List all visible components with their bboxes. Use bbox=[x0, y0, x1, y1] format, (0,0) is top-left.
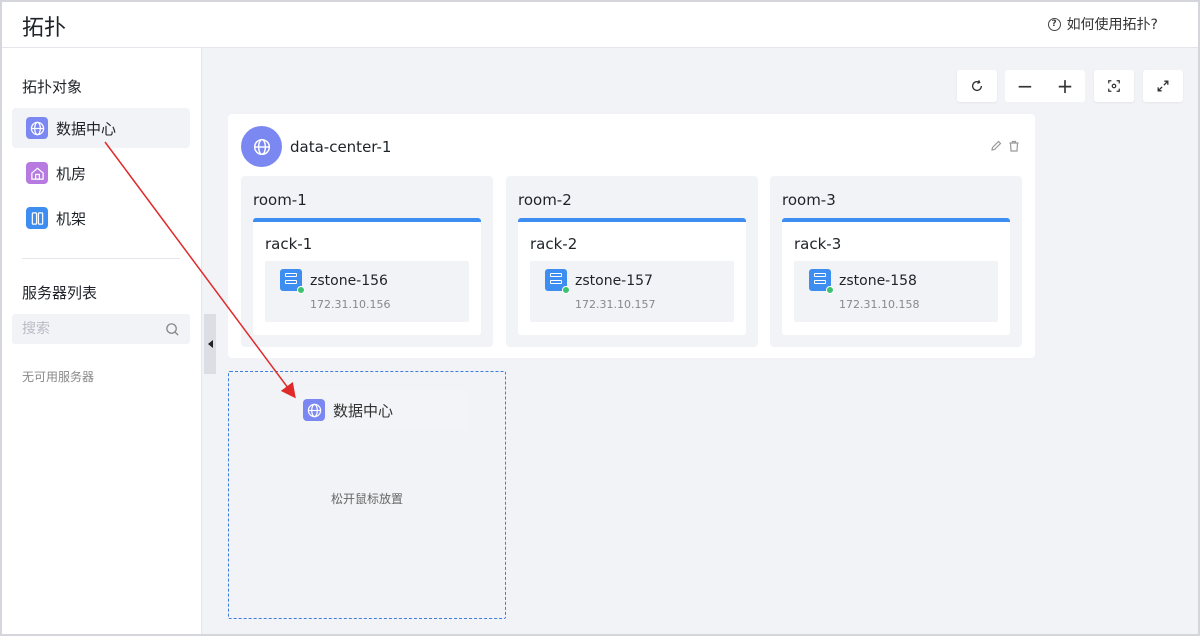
sidebar-item-datacenter[interactable]: 数据中心 bbox=[12, 108, 190, 148]
server-node[interactable]: zstone-157 172.31.10.157 bbox=[530, 261, 734, 322]
focus-icon bbox=[1108, 80, 1120, 92]
help-link[interactable]: ? 如何使用拓扑? bbox=[1047, 14, 1158, 34]
search-icon[interactable] bbox=[165, 322, 180, 337]
status-online-dot bbox=[562, 286, 570, 294]
sidebar: 拓扑对象 数据中心 机房 机架 服务器列表 无可用服务器 bbox=[2, 48, 202, 634]
server-name: zstone-157 bbox=[575, 273, 653, 289]
server-icon bbox=[280, 269, 305, 294]
trash-icon[interactable] bbox=[1008, 140, 1020, 152]
refresh-button[interactable] bbox=[957, 70, 997, 102]
search-input[interactable] bbox=[22, 321, 165, 337]
globe-icon bbox=[26, 117, 48, 139]
zoom-in-button[interactable]: + bbox=[1045, 70, 1085, 102]
drag-ghost-datacenter: 数据中心 bbox=[299, 390, 469, 430]
fullscreen-button[interactable] bbox=[1143, 70, 1183, 102]
globe-icon bbox=[241, 126, 282, 167]
server-name: zstone-158 bbox=[839, 273, 917, 289]
globe-icon bbox=[303, 399, 325, 421]
server-search bbox=[12, 314, 190, 344]
refresh-icon bbox=[972, 80, 983, 92]
room-card: room-2 rack-2 zstone-157 172.31.10.157 bbox=[506, 176, 758, 347]
status-online-dot bbox=[297, 286, 305, 294]
sidebar-item-rack[interactable]: 机架 bbox=[12, 198, 190, 238]
drag-ghost-label: 数据中心 bbox=[333, 401, 394, 420]
room-card: room-3 rack-3 zstone-158 172.31.10.158 bbox=[770, 176, 1022, 347]
rack-name: rack-1 bbox=[265, 235, 313, 253]
status-online-dot bbox=[826, 286, 834, 294]
server-icon bbox=[809, 269, 834, 294]
top-header: 拓扑 ? 如何使用拓扑? bbox=[2, 2, 1198, 48]
drop-zone[interactable]: 数据中心 松开鼠标放置 bbox=[228, 371, 506, 619]
minus-icon: − bbox=[1016, 74, 1034, 98]
room-name: room-2 bbox=[518, 191, 572, 209]
house-icon bbox=[26, 162, 48, 184]
expand-icon bbox=[1157, 80, 1169, 92]
datacenter-name: data-center-1 bbox=[290, 138, 392, 156]
server-name: zstone-156 bbox=[310, 273, 388, 289]
sidebar-item-label: 机房 bbox=[56, 164, 87, 183]
page-title: 拓扑 bbox=[22, 16, 67, 41]
fit-view-button[interactable] bbox=[1094, 70, 1134, 102]
rack-name: rack-3 bbox=[794, 235, 842, 253]
room-name: room-3 bbox=[782, 191, 836, 209]
drop-hint: 松开鼠标放置 bbox=[330, 492, 403, 506]
server-icon bbox=[545, 269, 570, 294]
room-name: room-1 bbox=[253, 191, 307, 209]
empty-servers-text: 无可用服务器 bbox=[22, 370, 95, 384]
rack-name: rack-2 bbox=[530, 235, 578, 253]
rack-icon bbox=[26, 207, 48, 229]
pencil-icon[interactable] bbox=[990, 140, 1002, 152]
sidebar-item-room[interactable]: 机房 bbox=[12, 153, 190, 193]
server-node[interactable]: zstone-158 172.31.10.158 bbox=[794, 261, 998, 322]
caret-left-icon bbox=[207, 340, 213, 348]
server-ip: 172.31.10.157 bbox=[575, 298, 656, 311]
sidebar-item-label: 数据中心 bbox=[56, 119, 117, 138]
rack-card: rack-3 zstone-158 172.31.10.158 bbox=[782, 218, 1010, 335]
app-frame: 拓扑 ? 如何使用拓扑? 拓扑对象 数据中心 机房 机架 服务器列表 搜索 无可… bbox=[0, 0, 1200, 636]
datacenter-card: data-center-1 room-1 rack-1 zstone-156 1… bbox=[228, 114, 1035, 358]
server-ip: 172.31.10.158 bbox=[839, 298, 920, 311]
zoom-out-button[interactable]: − bbox=[1005, 70, 1045, 102]
room-card: room-1 rack-1 zstone-156 172.31.10.156 bbox=[241, 176, 493, 347]
sidebar-item-label: 机架 bbox=[56, 209, 87, 228]
objects-section-title: 拓扑对象 bbox=[22, 78, 83, 96]
zoom-controls: − + bbox=[1005, 70, 1085, 102]
server-node[interactable]: zstone-156 172.31.10.156 bbox=[265, 261, 469, 322]
sidebar-divider bbox=[22, 258, 180, 259]
plus-icon: + bbox=[1056, 74, 1074, 98]
servers-section-title: 服务器列表 bbox=[22, 284, 98, 302]
rack-card: rack-1 zstone-156 172.31.10.156 bbox=[253, 218, 481, 335]
question-icon: ? bbox=[1047, 17, 1061, 31]
rack-card: rack-2 zstone-157 172.31.10.157 bbox=[518, 218, 746, 335]
help-link-label: 如何使用拓扑? bbox=[1066, 17, 1158, 33]
sidebar-collapse-handle[interactable] bbox=[204, 314, 216, 374]
server-ip: 172.31.10.156 bbox=[310, 298, 391, 311]
